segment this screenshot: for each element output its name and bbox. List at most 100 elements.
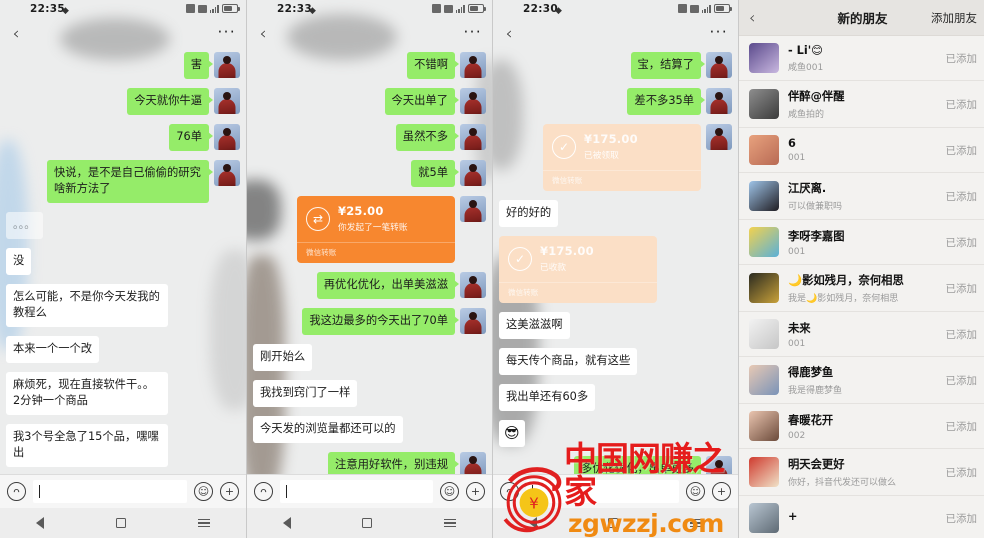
nav-home-square-icon[interactable] <box>608 518 619 528</box>
message-input[interactable] <box>280 480 433 503</box>
avatar <box>749 89 779 119</box>
friend-request-row[interactable]: 伴醉@伴醒 咸鱼拍的 已添加 <box>739 81 984 128</box>
message-bubble[interactable]: 虽然不多 <box>395 124 460 152</box>
friend-request-row[interactable]: 明天会更好 你好，抖音代发还可以做么 已添加 <box>739 449 984 496</box>
nav-home-square-icon[interactable] <box>362 518 373 528</box>
transfer-footer: 微信转账 <box>499 282 657 303</box>
message-bubble[interactable]: 差不多35单 <box>627 88 705 116</box>
status-badge: 已添加 <box>945 466 978 479</box>
message-bubble[interactable]: 宝，结算了 <box>630 52 705 80</box>
message-bubble[interactable]: 我这边最多的今天出了70单 <box>302 308 459 336</box>
message-bubble[interactable]: 就5单 <box>411 160 459 188</box>
friend-request-row[interactable]: 得鹿梦鱼 我是得鹿梦鱼 已添加 <box>739 357 984 404</box>
message-bubble[interactable]: 麻烦死，现在直接软件干。。2分钟一个商品 <box>6 372 168 416</box>
plus-icon[interactable]: + <box>712 482 731 501</box>
back-icon[interactable]: ‹ <box>749 8 755 27</box>
message-bubble[interactable]: 这美滋滋啊 <box>499 312 570 340</box>
avatar <box>749 411 779 441</box>
plus-icon[interactable]: + <box>466 482 485 501</box>
status-bar: 22:30 ◆ <box>493 0 738 20</box>
status-badge: 已添加 <box>945 144 978 157</box>
more-options-icon[interactable]: ··· <box>217 25 236 40</box>
friend-request-row[interactable]: 🌙影如残月，奈何相思 我是🌙影如残月，奈何相思 已添加 <box>739 265 984 312</box>
message-bubble[interactable]: 怎么可能，不是你今天发我的教程么 <box>6 284 168 328</box>
plus-icon[interactable]: + <box>220 482 239 501</box>
avatar <box>749 227 779 257</box>
message-bubble[interactable]: 今天就你牛逼 <box>127 88 213 116</box>
status-time: 22:33 <box>277 3 312 15</box>
status-badge: 已添加 <box>945 282 978 295</box>
transfer-footer: 微信转账 <box>297 242 455 263</box>
message-bubble[interactable]: 好的好的 <box>499 200 559 228</box>
friend-request-row[interactable]: 李呀李嘉图 001 已添加 <box>739 220 984 265</box>
friend-meta: 未来 001 <box>788 320 940 349</box>
nav-recents-icon[interactable] <box>690 517 703 530</box>
more-options-icon[interactable]: ··· <box>463 25 482 40</box>
friend-name: 6 <box>788 137 796 150</box>
text-caret <box>286 485 287 498</box>
nav-home-square-icon[interactable] <box>116 518 126 528</box>
message-bubble[interactable]: 每天传个商品，就有这些 <box>499 348 638 376</box>
message-bubble[interactable]: 刚开始么 <box>253 344 313 372</box>
transfer-card[interactable]: ⇄ ¥25.00 你发起了一笔转账 微信转账 <box>297 196 455 264</box>
nav-back-triangle-icon[interactable] <box>36 517 44 529</box>
message-row: 我找到窍门了一样 <box>253 380 486 408</box>
message-bubble[interactable]: 76单 <box>169 124 213 152</box>
message-bubble[interactable]: 不错啊 <box>407 52 459 80</box>
more-options-icon[interactable]: ··· <box>709 25 728 40</box>
message-bubble[interactable]: 本来一个一个改 <box>6 336 100 364</box>
friend-request-row[interactable]: 6 001 已添加 <box>739 128 984 173</box>
message-row: 今天发的浏览量都还可以的 <box>253 416 486 444</box>
avatar <box>706 88 732 115</box>
message-input[interactable] <box>526 480 679 503</box>
friend-name: 未来 <box>788 321 811 335</box>
avatar <box>214 88 240 115</box>
back-icon[interactable]: ‹ <box>501 24 517 44</box>
avatar <box>460 88 486 115</box>
nav-back-triangle-icon[interactable] <box>282 517 291 529</box>
nav-recents-icon[interactable] <box>198 517 210 530</box>
voice-icon[interactable]: ᴖ <box>254 482 273 501</box>
message-bubble[interactable]: 。。。 <box>6 212 43 240</box>
message-bubble[interactable]: 害 <box>183 52 214 80</box>
friend-request-row[interactable]: 春暖花开 002 已添加 <box>739 404 984 449</box>
friend-meta: 得鹿梦鱼 我是得鹿梦鱼 <box>788 364 940 396</box>
nav-recents-icon[interactable] <box>444 517 457 530</box>
emoji-icon[interactable]: ☺ <box>440 482 459 501</box>
message-bubble[interactable]: 再优化优化，出单美滋滋 <box>316 272 460 300</box>
avatar <box>749 181 779 211</box>
message-bubble[interactable]: 我找到窍门了一样 <box>253 380 358 408</box>
nav-back-triangle-icon[interactable] <box>528 517 537 529</box>
avatar <box>749 273 779 303</box>
emoji-icon[interactable]: ☺ <box>686 482 705 501</box>
message-bubble[interactable]: 我出单还有60多 <box>499 384 596 412</box>
message-bubble[interactable]: 今天出单了 <box>384 88 459 116</box>
sim-icon <box>185 4 195 13</box>
friend-request-row[interactable]: + 已添加 <box>739 496 984 538</box>
voice-icon[interactable]: ᴖ <box>7 482 26 501</box>
avatar <box>460 308 486 335</box>
friend-request-row[interactable]: - Li'😊 咸鱼001 已添加 <box>739 36 984 81</box>
friend-request-row[interactable]: 江厌离. 可以做兼职吗 已添加 <box>739 173 984 220</box>
emoji-icon[interactable]: ☺ <box>194 482 213 501</box>
message-bubble[interactable]: 今天发的浏览量都还可以的 <box>253 416 403 444</box>
transfer-card[interactable]: ✓ ¥175.00 已被领取 微信转账 <box>543 124 701 192</box>
back-icon[interactable]: ‹ <box>8 24 24 44</box>
transfer-footer: 微信转账 <box>543 170 701 191</box>
friend-request-row[interactable]: 未来 001 已添加 <box>739 312 984 357</box>
add-friend-button[interactable]: 添加朋友 <box>931 10 977 26</box>
voice-icon[interactable]: ᴖ <box>500 482 519 501</box>
message-row: ✓ ¥175.00 已收款 微信转账 <box>499 236 732 304</box>
message-bubble[interactable]: 没 <box>6 248 32 276</box>
transfer-card[interactable]: ✓ ¥175.00 已收款 微信转账 <box>499 236 657 304</box>
message-bubble[interactable]: 😎 <box>499 420 525 448</box>
message-row: 麻烦死，现在直接软件干。。2分钟一个商品 <box>6 372 240 416</box>
message-row: 怎么可能，不是你今天发我的教程么 <box>6 284 240 328</box>
back-icon[interactable]: ‹ <box>255 24 271 44</box>
message-input[interactable] <box>33 480 187 503</box>
message-bubble[interactable]: 快说，是不是自己偷偷的研究啥新方法了 <box>47 160 213 204</box>
friend-meta: 伴醉@伴醒 咸鱼拍的 <box>788 88 940 120</box>
message-row: 差不多35单 <box>499 88 732 116</box>
message-bubble[interactable]: 我3个号全急了15个品，嘿嘿出 <box>6 424 168 468</box>
friends-list: - Li'😊 咸鱼001 已添加 伴醉@伴醒 咸鱼拍的 已添加 6 001 已添加 江厌离. 可以做… <box>739 36 984 538</box>
